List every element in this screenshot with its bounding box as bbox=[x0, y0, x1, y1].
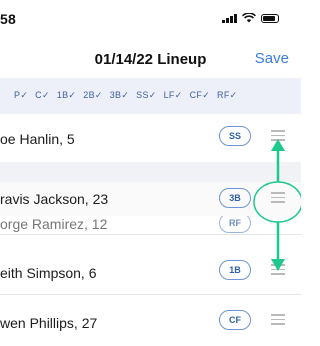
position-badge[interactable]: SS bbox=[219, 126, 251, 146]
position-chip-cf[interactable]: CF✓ bbox=[190, 90, 210, 101]
drag-handle-icon[interactable] bbox=[271, 130, 285, 142]
drag-handle-icon[interactable] bbox=[271, 314, 285, 326]
lineup-row[interactable]: eith Simpson, 6 1B bbox=[0, 248, 301, 296]
position-chip-p[interactable]: P✓ bbox=[14, 90, 28, 101]
lineup-row[interactable]: orge Ramirez, 12 RF bbox=[0, 216, 301, 234]
player-name: eith Simpson, 6 bbox=[0, 265, 97, 281]
lineup-row[interactable]: wen Phillips, 27 CF bbox=[0, 298, 301, 346]
drag-handle-icon[interactable] bbox=[271, 264, 285, 276]
lineup-row[interactable]: oe Hanlin, 5 SS bbox=[0, 114, 301, 162]
position-chip-1b[interactable]: 1B✓ bbox=[57, 90, 76, 101]
drop-gap bbox=[0, 162, 301, 182]
player-name: orge Ramirez, 12 bbox=[0, 216, 108, 232]
drag-handle-icon[interactable] bbox=[271, 192, 285, 204]
divider bbox=[0, 294, 301, 295]
status-bar: 58 bbox=[0, 0, 301, 34]
position-chip-rf[interactable]: RF✓ bbox=[217, 90, 237, 101]
position-chips: P✓ C✓ 1B✓ 2B✓ 3B✓ SS✓ LF✓ CF✓ RF✓ bbox=[14, 90, 237, 101]
status-time: 58 bbox=[0, 11, 16, 27]
signal-icon bbox=[222, 14, 237, 23]
position-badge[interactable]: RF bbox=[219, 216, 251, 233]
position-chip-3b[interactable]: 3B✓ bbox=[110, 90, 129, 101]
position-badge[interactable]: CF bbox=[219, 310, 251, 330]
player-name: ravis Jackson, 23 bbox=[0, 191, 109, 207]
status-icons bbox=[222, 13, 279, 23]
position-badge[interactable]: 1B bbox=[219, 260, 251, 280]
save-button[interactable]: Save bbox=[255, 50, 289, 67]
divider bbox=[0, 234, 301, 235]
position-badge[interactable]: 3B bbox=[219, 188, 251, 208]
position-chip-lf[interactable]: LF✓ bbox=[164, 90, 183, 101]
position-filter-bar: P✓ C✓ 1B✓ 2B✓ 3B✓ SS✓ LF✓ CF✓ RF✓ bbox=[0, 78, 301, 114]
position-chip-c[interactable]: C✓ bbox=[35, 90, 50, 101]
position-chip-2b[interactable]: 2B✓ bbox=[83, 90, 102, 101]
nav-bar: 01/14/22 Lineup Save bbox=[0, 34, 301, 78]
wifi-icon bbox=[242, 13, 256, 23]
player-name: wen Phillips, 27 bbox=[0, 315, 98, 331]
position-chip-ss[interactable]: SS✓ bbox=[136, 90, 156, 101]
battery-icon bbox=[261, 14, 279, 23]
lineup-row[interactable]: ravis Jackson, 23 3B bbox=[0, 182, 301, 216]
player-name: oe Hanlin, 5 bbox=[0, 131, 75, 147]
